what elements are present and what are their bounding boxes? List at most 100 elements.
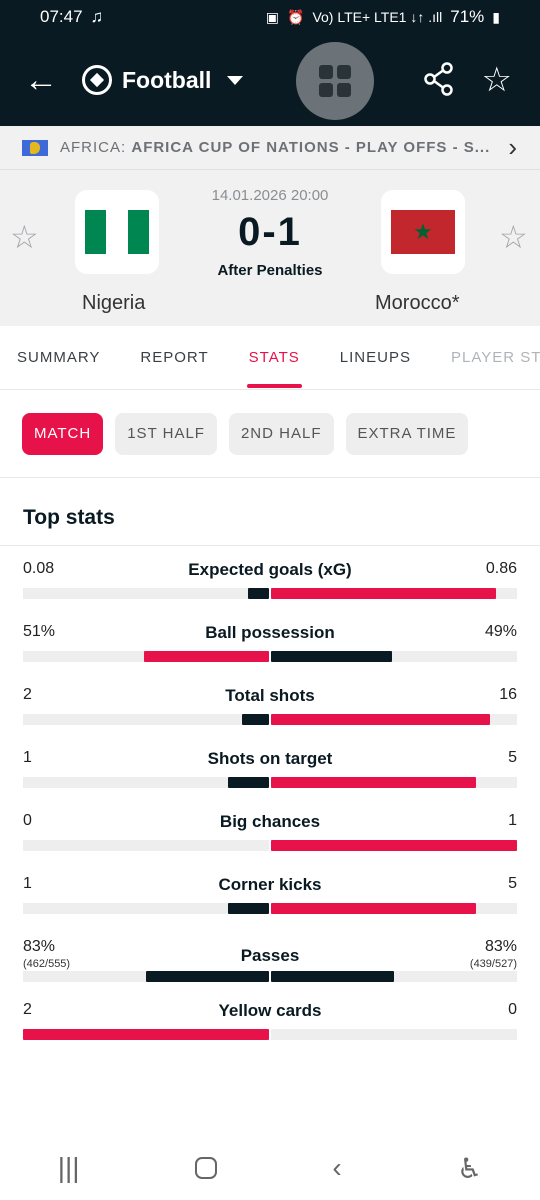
favorite-star-icon[interactable]: ☆ xyxy=(482,60,512,100)
home-bar-fill xyxy=(242,714,269,725)
home-bar-fill xyxy=(144,651,269,662)
chevron-right-icon: › xyxy=(508,132,518,162)
grid-icon[interactable] xyxy=(296,42,374,120)
stat-row: 0 Big chances 1 xyxy=(0,798,540,861)
home-bar-fill xyxy=(228,777,269,788)
alarm-icon: ⏰ xyxy=(287,8,305,25)
stat-row: 51% Ball possession 49% xyxy=(0,609,540,672)
away-stat-bar xyxy=(271,588,517,599)
match-header: ☆ Nigeria 14.01.2026 20:00 0-1 After Pen… xyxy=(0,170,540,326)
tab-lineups[interactable]: LINEUPS xyxy=(340,326,411,389)
lock-icon: ▣ xyxy=(265,8,279,25)
stat-label: Big chances xyxy=(219,812,321,831)
away-stat-value: 0.86 xyxy=(485,560,517,577)
home-stat-bar xyxy=(23,714,269,725)
away-bar-fill xyxy=(271,971,394,982)
away-bar-fill xyxy=(271,903,476,914)
league-name: AFRICA CUP OF NATIONS - PLAY OFFS - S... xyxy=(131,139,491,156)
home-bar-fill xyxy=(146,971,269,982)
africa-flag-icon xyxy=(22,139,48,156)
stat-row: 1 Shots on target 5 xyxy=(0,735,540,798)
recents-icon[interactable]: ||| xyxy=(58,1152,80,1184)
system-nav-bar: ||| ‹ ♿ xyxy=(0,1136,540,1200)
away-favorite-star-icon[interactable]: ☆ xyxy=(499,218,528,256)
chip-2nd-half[interactable]: 2ND HALF xyxy=(228,412,334,455)
stat-label: Total shots xyxy=(225,686,315,705)
home-stat-bar xyxy=(23,903,269,914)
stat-row: 83% (462/555) Passes 83% (439/527) xyxy=(0,924,540,987)
chip-extra-time[interactable]: EXTRA TIME xyxy=(345,412,469,455)
battery-icon: ▮ xyxy=(492,8,500,25)
away-bar-fill xyxy=(271,651,392,662)
morocco-flag-icon: ★ xyxy=(391,210,455,254)
home-stat-bar xyxy=(23,971,269,982)
stat-label: Corner kicks xyxy=(218,875,322,894)
chevron-down-icon xyxy=(227,75,244,85)
away-stat-bar xyxy=(271,777,517,788)
away-team-name[interactable]: Morocco* xyxy=(375,292,459,315)
music-note-icon: ♫ xyxy=(90,7,104,26)
stat-row: 2 Yellow cards 0 xyxy=(0,987,540,1050)
stat-label: Expected goals (xG) xyxy=(188,560,352,579)
home-stat-bar xyxy=(23,1029,269,1040)
home-team-name[interactable]: Nigeria xyxy=(82,292,145,315)
away-bar-fill xyxy=(271,714,490,725)
away-stat-bar xyxy=(271,714,517,725)
tab-report[interactable]: REPORT xyxy=(140,326,208,389)
clock: 07:47 xyxy=(40,7,83,26)
tab-stats[interactable]: STATS xyxy=(246,326,302,389)
sport-label: Football xyxy=(122,66,212,93)
home-bar-fill xyxy=(248,588,269,599)
away-stat-bar xyxy=(271,903,517,914)
home-stat-bar xyxy=(23,840,269,851)
away-stat-value: 49% xyxy=(484,623,517,640)
status-bar: 07:47 ♫ ▣ ⏰ Vo) LTE+ LTE1 ↓↑ .ıll 71% ▮ xyxy=(0,0,540,34)
chip-match[interactable]: MATCH xyxy=(22,412,104,455)
away-bar-fill xyxy=(271,588,496,599)
away-bar-fill xyxy=(271,777,476,788)
away-team-logo[interactable]: ★ xyxy=(381,190,465,274)
away-stat-value: 83% (439/527) xyxy=(469,938,517,970)
stats-list: 0.08 Expected goals (xG) 0.86 51% Ball poss… xyxy=(0,546,540,1050)
away-stat-bar xyxy=(271,1029,517,1040)
away-stat-bar xyxy=(271,971,517,982)
away-stat-value: 16 xyxy=(499,686,517,703)
stat-label: Shots on target xyxy=(207,749,333,768)
match-tabs: SUMMARY REPORT STATS LINEUPS PLAYER STA xyxy=(0,326,540,390)
battery-level: 71% xyxy=(450,7,485,26)
home-icon[interactable] xyxy=(194,1157,217,1179)
away-stat-value: 5 xyxy=(508,875,517,892)
back-arrow-icon[interactable]: ← xyxy=(24,61,68,100)
tab-player-stats[interactable]: PLAYER STA xyxy=(451,326,540,389)
sport-selector[interactable]: Football xyxy=(82,65,244,95)
league-breadcrumb[interactable]: AFRICA: AFRICA CUP OF NATIONS - PLAY OFF… xyxy=(0,126,540,170)
away-stat-bar xyxy=(271,840,517,851)
stat-label: Ball possession xyxy=(205,623,335,642)
chip-1st-half[interactable]: 1ST HALF xyxy=(115,412,217,455)
section-title: Top stats xyxy=(0,478,540,546)
stat-row: 2 Total shots 16 xyxy=(0,672,540,735)
period-filter: MATCH 1ST HALF 2ND HALF EXTRA TIME xyxy=(0,390,540,478)
app-bar: ← Football ☆ xyxy=(0,34,540,126)
stat-row: 1 Corner kicks 5 xyxy=(0,861,540,924)
network-indicator: Vo) LTE+ LTE1 ↓↑ .ıll xyxy=(312,9,443,25)
away-stat-value: 5 xyxy=(508,749,517,766)
league-region: AFRICA: xyxy=(60,139,127,156)
football-icon xyxy=(82,65,112,95)
stat-label: Passes xyxy=(240,946,300,965)
home-bar-fill xyxy=(23,1029,269,1040)
away-stat-bar xyxy=(271,651,517,662)
home-stat-bar xyxy=(23,651,269,662)
home-stat-bar xyxy=(23,588,269,599)
home-stat-bar xyxy=(23,777,269,788)
stat-label: Yellow cards xyxy=(218,1001,322,1020)
away-stat-value: 1 xyxy=(508,812,517,829)
accessibility-icon[interactable]: ♿ xyxy=(457,1152,482,1185)
away-stat-value: 0 xyxy=(508,1001,517,1018)
stat-row: 0.08 Expected goals (xG) 0.86 xyxy=(0,546,540,609)
away-stat-detail: (439/527) xyxy=(469,958,517,970)
share-icon[interactable] xyxy=(424,62,454,96)
home-bar-fill xyxy=(228,903,269,914)
back-icon[interactable]: ‹ xyxy=(332,1152,341,1184)
tab-summary[interactable]: SUMMARY xyxy=(17,326,100,389)
